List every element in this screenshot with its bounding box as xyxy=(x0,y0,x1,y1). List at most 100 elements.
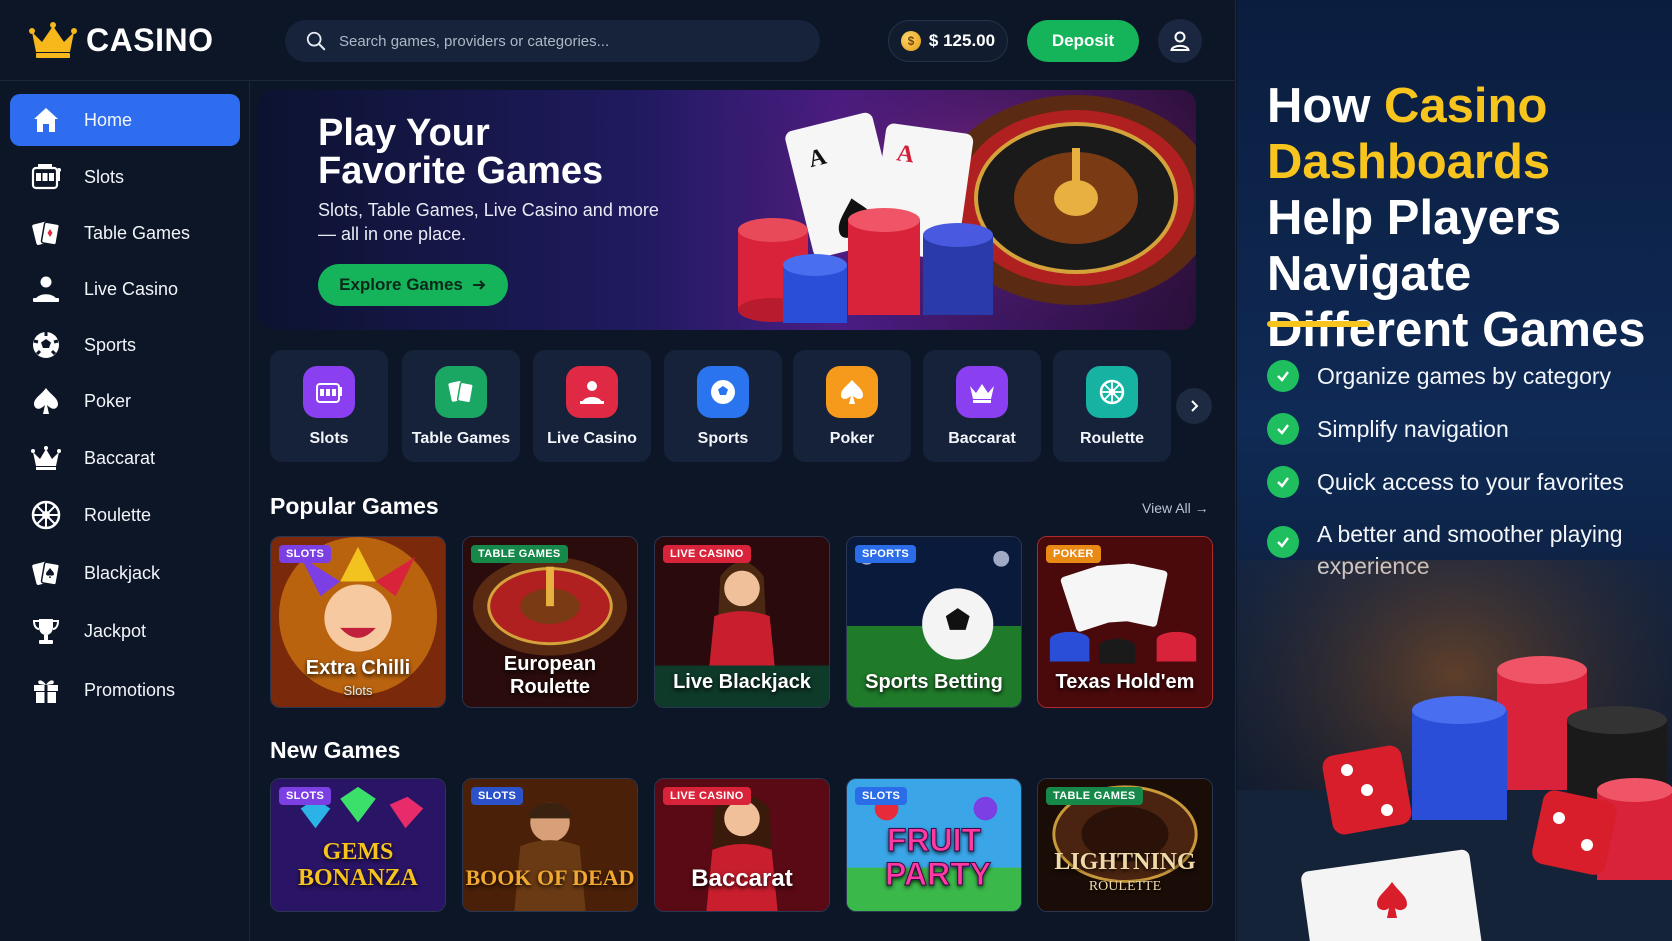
deposit-button[interactable]: Deposit xyxy=(1027,20,1139,62)
game-title: Live Blackjack xyxy=(673,671,811,693)
user-icon xyxy=(1170,31,1190,51)
sidebar-item-label: Roulette xyxy=(84,504,152,525)
category-tile-live-casino[interactable]: Live Casino xyxy=(533,350,651,462)
game-card[interactable]: SLOTS BOOK OF DEAD xyxy=(462,778,638,912)
category-badge: TABLE GAMES xyxy=(1046,787,1143,805)
category-label: Baccarat xyxy=(948,430,1016,447)
soccer-ball-icon xyxy=(33,332,59,358)
game-card[interactable]: LIVE CASINO Live Blackjack xyxy=(654,536,830,708)
game-title: FRUIT PARTY xyxy=(885,822,992,892)
category-badge: POKER xyxy=(1046,545,1101,563)
game-card[interactable]: TABLE GAMES European Roulette xyxy=(462,536,638,708)
sidebar-item-slots[interactable]: Slots xyxy=(10,151,240,203)
category-tile-poker[interactable]: Poker xyxy=(793,350,911,462)
category-tile-table-games[interactable]: Table Games xyxy=(402,350,520,462)
sidebar-item-jackpot[interactable]: Jackpot xyxy=(10,605,240,657)
spade-icon xyxy=(34,388,58,414)
dealer-icon xyxy=(33,276,59,302)
sidebar-item-label: Table Games xyxy=(84,222,191,243)
hero-title: Play Your Favorite Games xyxy=(318,114,603,190)
hero-casino-illustration: A A xyxy=(738,90,1196,330)
sidebar-item-live-casino[interactable]: Live Casino xyxy=(10,263,240,315)
balance-amount: $ 125.00 xyxy=(928,31,996,50)
game-subtitle: ROULETTE xyxy=(1088,879,1162,894)
sidebar-item-sports[interactable]: Sports xyxy=(10,319,240,371)
sidebar-item-poker[interactable]: Poker xyxy=(10,375,240,427)
slot-machine-icon xyxy=(303,366,355,418)
roulette-wheel-icon xyxy=(31,500,61,530)
category-tile-roulette[interactable]: Roulette xyxy=(1053,350,1171,462)
popular-games-title: Popular Games xyxy=(270,493,439,519)
game-card[interactable]: POKER Texas Hold'em xyxy=(1037,536,1213,708)
search-icon xyxy=(306,31,326,51)
game-title: Baccarat xyxy=(691,865,793,892)
category-badge: LIVE CASINO xyxy=(663,787,751,805)
wallet-balance[interactable]: $ $ 125.00 xyxy=(888,20,1008,62)
category-label: Poker xyxy=(829,430,875,447)
game-card[interactable]: TABLE GAMES LIGHTNING ROULETTE xyxy=(1037,778,1213,912)
feature-text: Quick access to your favorites xyxy=(1317,469,1624,495)
roulette-wheel-icon xyxy=(1086,366,1138,418)
game-title: BOOK OF DEAD xyxy=(465,865,635,890)
game-title: LIGHTNING xyxy=(1054,849,1196,875)
logo[interactable]: CASINO xyxy=(28,20,213,60)
sidebar-item-label: Slots xyxy=(84,166,125,187)
game-title: GEMS BONANZA xyxy=(297,839,418,891)
search-input[interactable] xyxy=(339,32,799,50)
casino-dashboard: CASINO $ $ 125.00 Deposit Home xyxy=(0,0,1236,941)
cards-icon xyxy=(435,366,487,418)
game-card[interactable]: LIVE CASINO Baccarat xyxy=(654,778,830,912)
category-label: Table Games xyxy=(411,430,511,447)
sidebar-item-promotions[interactable]: Promotions xyxy=(10,664,240,716)
new-games-title: New Games xyxy=(270,737,401,763)
sidebar-item-label: Poker xyxy=(84,390,132,411)
panel-title-prefix: How xyxy=(1267,79,1385,133)
game-card[interactable]: SPORTS Sports Betting xyxy=(846,536,1022,708)
category-label: Sports xyxy=(697,430,749,447)
check-icon xyxy=(1267,360,1299,392)
sidebar-item-label: Live Casino xyxy=(84,278,179,299)
home-icon xyxy=(34,108,58,132)
brand-name: CASINO xyxy=(86,21,214,58)
arrow-right-icon xyxy=(472,280,486,290)
view-all-link[interactable]: View All → xyxy=(1142,500,1209,516)
feature-item: Quick access to your favorites xyxy=(1267,466,1647,498)
sidebar-item-roulette[interactable]: Roulette xyxy=(10,489,240,541)
sidebar-item-home[interactable]: Home xyxy=(10,94,240,146)
sidebar-item-label: Sports xyxy=(84,334,137,355)
top-bar: CASINO $ $ 125.00 Deposit xyxy=(0,0,1236,81)
chevron-right-icon xyxy=(1191,400,1199,412)
category-tile-baccarat[interactable]: Baccarat xyxy=(923,350,1041,462)
crown-icon xyxy=(956,366,1008,418)
category-badge: SLOTS xyxy=(471,787,524,805)
game-card[interactable]: SLOTS Extra Chilli Slots xyxy=(270,536,446,708)
category-tile-slots[interactable]: Slots xyxy=(270,350,388,462)
crown-logo-icon xyxy=(29,22,77,58)
category-label: Live Casino xyxy=(547,430,637,447)
game-card[interactable]: SLOTS GEMS BONANZA xyxy=(270,778,446,912)
hero-title-line-1: Play Your xyxy=(318,112,490,154)
sidebar-item-baccarat[interactable]: Baccarat xyxy=(10,432,240,484)
categories-next-button[interactable] xyxy=(1176,388,1212,424)
sidebar-item-blackjack[interactable]: Blackjack xyxy=(10,547,240,599)
info-panel: How Casino Dashboards Help Players Navig… xyxy=(1237,0,1672,941)
game-card[interactable]: SLOTS FRUIT PARTY xyxy=(846,778,1022,912)
panel-title-suffix: Help Players Navigate Different Games xyxy=(1267,191,1646,357)
cards-icon xyxy=(32,221,61,246)
slot-machine-icon xyxy=(31,164,61,190)
game-subtitle: Slots xyxy=(343,683,373,698)
explore-games-button[interactable]: Explore Games xyxy=(318,264,508,306)
sidebar-item-table-games[interactable]: Table Games xyxy=(10,207,240,259)
check-icon xyxy=(1267,413,1299,445)
sidebar-nav: Home Slots Table Games Live Casino Sport… xyxy=(0,82,250,941)
sidebar-item-label: Jackpot xyxy=(84,620,147,641)
gift-icon xyxy=(34,680,58,703)
user-profile-button[interactable] xyxy=(1158,19,1202,63)
category-label: Slots xyxy=(309,430,349,447)
category-badge: LIVE CASINO xyxy=(663,545,751,563)
category-badge: SLOTS xyxy=(855,787,908,805)
game-title: European Roulette xyxy=(503,653,597,698)
category-tile-sports[interactable]: Sports xyxy=(664,350,782,462)
category-badge: SLOTS xyxy=(279,787,332,805)
search-bar[interactable] xyxy=(285,20,820,62)
